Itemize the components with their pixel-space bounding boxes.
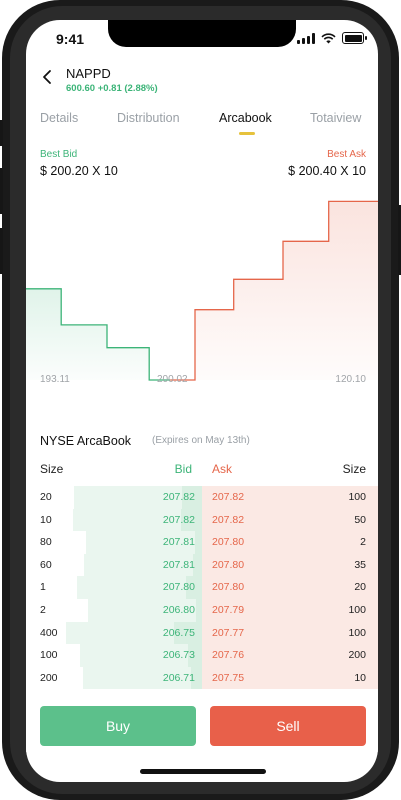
app-screen: 9:41 NAPPD 600.60 +0.81 (2.88%) Details … <box>26 20 378 782</box>
tab-details[interactable]: Details <box>40 111 78 125</box>
back-arrow-icon[interactable] <box>39 69 55 85</box>
size-cell: 100 <box>348 603 366 616</box>
size-cell: 200 <box>348 649 366 662</box>
tab-totaiview[interactable]: Totaiview <box>310 111 361 125</box>
size-header-left: Size <box>40 462 64 476</box>
size-cell: 80 <box>40 536 52 549</box>
size-cell: 2 <box>360 536 366 549</box>
best-ask-value: $ 200.40 X 10 <box>288 164 366 178</box>
best-bid-label: Best Bid <box>40 149 78 160</box>
table-row: 1 207.80 207.80 20 <box>26 576 378 599</box>
best-ask-label: Best Ask <box>327 149 366 160</box>
ask-price: 207.82 <box>212 491 245 503</box>
volume-up-button <box>0 168 3 214</box>
ask-price: 207.79 <box>212 603 245 616</box>
home-indicator[interactable] <box>140 769 266 774</box>
bid-price: 206.71 <box>162 671 195 684</box>
bid-price: 207.80 <box>162 581 195 594</box>
bid-price: 207.81 <box>162 558 195 571</box>
x-tick-label: 193.11 <box>40 374 70 385</box>
mute-switch <box>0 120 3 146</box>
ask-price: 207.80 <box>212 581 245 594</box>
volume-down-button <box>0 228 3 274</box>
orderbook-title: NYSE ArcaBook <box>40 434 132 448</box>
ask-price: 207.80 <box>212 536 245 549</box>
phone-mockup: 9:41 NAPPD 600.60 +0.81 (2.88%) Details … <box>0 0 401 800</box>
ask-price: 207.75 <box>212 671 245 684</box>
buy-button[interactable]: Buy <box>40 706 196 746</box>
size-cell: 1 <box>40 581 46 594</box>
size-cell: 10 <box>354 671 366 684</box>
ask-price: 207.80 <box>212 558 245 571</box>
table-row: 60 207.81 207.80 35 <box>26 553 378 577</box>
size-cell: 100 <box>348 626 366 639</box>
battery-icon <box>342 32 367 44</box>
depth-chart <box>26 200 378 381</box>
ticker-symbol: NAPPD <box>66 66 111 81</box>
size-cell: 60 <box>40 558 52 571</box>
size-cell: 100 <box>348 491 366 503</box>
size-cell: 20 <box>354 581 366 594</box>
bid-volume-bar <box>195 531 202 554</box>
table-row: 100 206.73 207.76 200 <box>26 644 378 667</box>
action-bar: Buy Sell <box>26 690 378 752</box>
table-row: 80 207.81 207.80 2 <box>26 531 378 554</box>
bid-header: Bid <box>174 462 192 476</box>
size-header-right: Size <box>342 462 366 476</box>
size-cell: 100 <box>40 649 58 662</box>
sell-button[interactable]: Sell <box>210 706 366 746</box>
wifi-icon <box>321 32 336 43</box>
tab-arcabook[interactable]: Arcabook <box>219 111 272 125</box>
best-bid-value: $ 200.20 X 10 <box>40 164 118 178</box>
ask-area <box>170 201 378 380</box>
bid-price: 206.80 <box>162 603 195 616</box>
bid-price: 207.81 <box>162 536 195 549</box>
bid-price: 206.73 <box>162 649 195 662</box>
size-cell: 200 <box>40 671 58 684</box>
tab-bar: Details Distribution Arcabook Totaiview <box>26 106 378 136</box>
table-row: 400 206.75 207.77 100 <box>26 621 378 645</box>
size-cell: 10 <box>40 513 52 526</box>
table-row: 2 206.80 207.79 100 <box>26 598 378 622</box>
size-cell: 20 <box>40 491 52 503</box>
notch <box>108 20 296 47</box>
size-cell: 2 <box>40 603 46 616</box>
price-change: 600.60 +0.81 (2.88%) <box>66 83 158 94</box>
bid-price: 206.75 <box>162 626 195 639</box>
size-cell: 35 <box>354 558 366 571</box>
bid-price: 207.82 <box>162 513 195 526</box>
status-icons <box>297 32 367 44</box>
orderbook-rows: 20 207.82 207.82 100 10 207.82 207.82 50 80 207.8… <box>26 486 378 690</box>
cellular-signal-icon <box>297 32 315 44</box>
status-time: 9:41 <box>56 31 85 47</box>
table-row: 20 207.82 207.82 100 <box>26 486 378 509</box>
ask-price: 207.77 <box>212 626 245 639</box>
table-row: 200 206.71 207.75 10 <box>26 666 378 690</box>
ask-price: 207.82 <box>212 513 245 526</box>
table-row: 10 207.82 207.82 50 <box>26 508 378 532</box>
tab-distribution[interactable]: Distribution <box>117 111 180 125</box>
active-tab-indicator <box>239 132 255 135</box>
bid-price: 207.82 <box>162 491 195 503</box>
size-cell: 50 <box>354 513 366 526</box>
size-cell: 400 <box>40 626 58 639</box>
ask-header: Ask <box>212 462 233 476</box>
x-tick-label: 120.10 <box>335 374 366 385</box>
ask-price: 207.76 <box>212 649 245 662</box>
x-tick-label: 200.02 <box>157 374 188 385</box>
orderbook-expiry: (Expires on May 13th) <box>152 435 250 446</box>
